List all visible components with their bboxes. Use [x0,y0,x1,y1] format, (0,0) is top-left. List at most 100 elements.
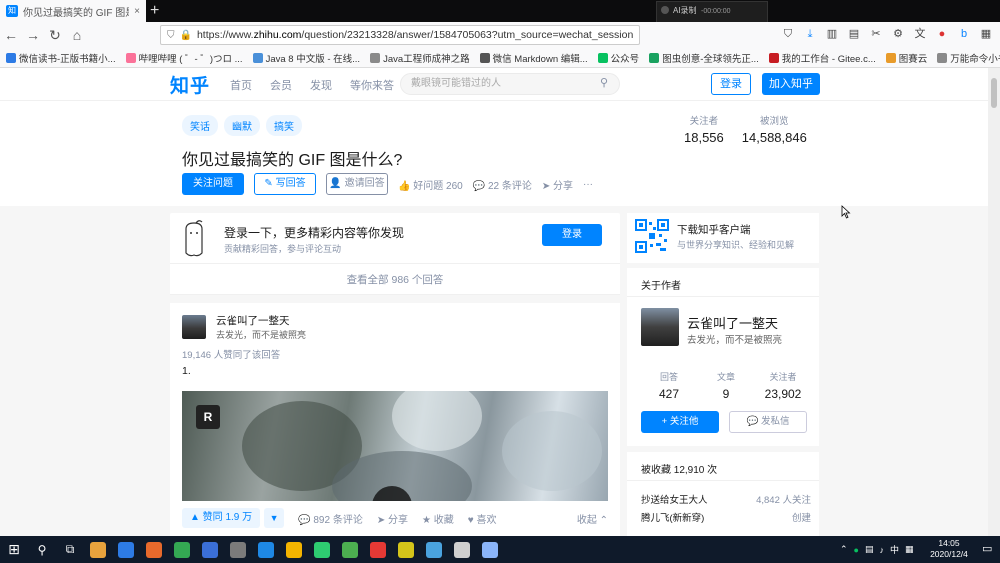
extension-icon[interactable]: ⚙ [890,26,906,42]
upvote-button[interactable]: ▲ 赞同 1.9 万 [182,508,261,528]
search-input[interactable]: 戴眼镜可能错过的人 [400,73,620,95]
topic-tag[interactable]: 幽默 [224,115,260,136]
question-title[interactable]: 你见过最搞笑的 GIF 图是什么? [182,146,402,170]
join-button[interactable]: 加入知乎 [762,73,820,95]
task-view-icon[interactable]: ⧉ [56,536,84,563]
forward-icon[interactable]: → [22,27,44,43]
taskbar-app-icon[interactable] [196,536,224,563]
bing-icon[interactable]: b [956,26,972,42]
taskbar-app-icon[interactable] [448,536,476,563]
downvote-button[interactable]: ▼ [264,508,285,528]
author-avatar[interactable] [641,308,679,346]
scrollbar-thumb[interactable] [991,78,997,108]
send-message-button[interactable]: 💬 发私信 [729,411,807,433]
bookmark-item[interactable]: 微信读书-正版书籍小... [6,51,116,65]
taskbar-app-icon[interactable] [84,536,112,563]
answer-share-button[interactable]: ➤ 分享 [377,511,408,526]
bookmark-item[interactable]: 微信 Markdown 编辑... [479,51,588,65]
topic-tag[interactable]: 搞笑 [266,115,302,136]
shield-icon[interactable]: ⛉ [167,30,175,41]
collapse-answer-button[interactable]: 收起 ⌃ [577,511,608,526]
nav-explore[interactable]: 发现 [310,77,332,93]
translate-icon[interactable]: 文 [912,26,928,42]
volume-icon[interactable]: ♪ [880,545,885,555]
taskbar-app-icon[interactable] [392,536,420,563]
taskbar-app-icon[interactable] [168,536,196,563]
bookmark-item[interactable]: 我的工作台 - Gitee.c... [768,51,876,65]
address-bar[interactable]: ⛉ 🔒 https://www.zhihu.com/question/23213… [160,25,640,45]
follow-author-button[interactable]: + 关注他 [641,411,719,433]
bookmark-item[interactable]: 万能命令小书签 [937,51,1000,65]
taskbar-app-icon[interactable] [140,536,168,563]
answer-like-button[interactable]: ♥ 喜欢 [468,511,497,526]
taskbar-app-icon[interactable] [280,536,308,563]
taskbar-app-icon[interactable] [252,536,280,563]
lock-icon[interactable]: 🔒 [180,30,192,41]
download-icon[interactable]: ⤓ [802,26,818,42]
nav-waiting[interactable]: 等你来答 [350,77,394,93]
bookmark-item[interactable]: Java 8 中文版 - 在线... [252,51,360,65]
browser-tab-active[interactable]: 知 你见过最搞笑的 GIF 图是什么 × [0,0,146,22]
view-all-answers-link[interactable]: 查看全部 986 个回答 [170,263,620,295]
list-item[interactable]: 腾儿飞(新新穿) 创建 [641,510,811,524]
adblock-icon[interactable]: ● [934,26,950,42]
bookmark-item[interactable]: 图賽云 [885,51,927,65]
ime-grid-icon[interactable]: ▦ [905,544,914,555]
screenshot-icon[interactable]: ✂ [868,26,884,42]
ime-indicator[interactable]: 中 [890,543,899,556]
invite-answer-button[interactable]: 👤 邀请回答 [326,173,388,195]
bookmark-item[interactable]: 公众号 [597,51,639,65]
taskbar-app-icon[interactable] [476,536,504,563]
home-icon[interactable]: ⌂ [66,27,88,43]
author-stat-followers[interactable]: 关注者 23,902 [755,370,811,401]
zhihu-logo[interactable]: 知乎 [170,71,210,98]
taskbar-app-icon[interactable] [224,536,252,563]
taskbar-app-icon[interactable] [420,536,448,563]
tray-up-icon[interactable]: ⌃ [840,544,848,555]
login-prompt-button[interactable]: 登录 [542,224,602,246]
list-item[interactable]: 抄送给女王大人 4,842 人关注 [641,492,811,506]
avatar[interactable] [182,315,206,339]
bookmark-item[interactable]: 图虫创意-全球领先正... [649,51,759,65]
grid-icon[interactable]: ▦ [978,26,994,42]
taskbar-app-icon[interactable] [308,536,336,563]
bookmark-item[interactable]: Java工程师成神之路 [370,51,470,65]
tab-close-icon[interactable]: × [134,6,140,17]
answer-favorite-button[interactable]: ★ 收藏 [422,511,454,526]
nav-vip[interactable]: 会员 [270,77,292,93]
library-icon[interactable]: ▥ [824,26,840,42]
topic-tag[interactable]: 笑话 [182,115,218,136]
good-question-button[interactable]: 👍 好问题 260 [398,177,463,192]
page-scrollbar[interactable] [988,68,1000,536]
notification-icon[interactable]: ▭ [982,542,992,555]
author-stat-answers[interactable]: 回答 427 [641,370,697,401]
search-icon[interactable]: ⚲ [28,536,56,563]
taskbar-app-icon[interactable] [112,536,140,563]
answer-comments-button[interactable]: 💬 892 条评论 [298,511,363,526]
answer-author-name[interactable]: 云雀叫了一整天 [216,313,290,328]
answer-gif-image[interactable]: R [182,391,608,501]
network-icon[interactable]: ▤ [865,544,874,555]
question-comments-button[interactable]: 💬 22 条评论 [473,177,532,192]
more-button[interactable]: ··· [583,179,593,190]
system-clock[interactable]: 14:05 2020/12/4 [924,538,974,560]
download-app-card[interactable]: 下载知乎客户端 与世界分享知识、经验和见解 [627,213,819,263]
windows-start-icon[interactable]: ⊞ [0,536,28,563]
search-icon[interactable]: ⚲ [600,76,608,89]
login-button[interactable]: 登录 [711,73,751,95]
back-icon[interactable]: ← [0,27,22,43]
author-stat-articles[interactable]: 文章 9 [698,370,754,401]
write-answer-button[interactable]: ✎ 写回答 [254,173,316,195]
follow-question-button[interactable]: 关注问题 [182,173,244,195]
new-tab-button[interactable]: + [150,2,159,20]
reload-icon[interactable]: ↻ [44,27,66,44]
taskbar-app-icon[interactable] [336,536,364,563]
author-name[interactable]: 云雀叫了一整天 [687,313,778,332]
nav-home[interactable]: 首页 [230,77,252,93]
bookmark-item[interactable]: 哔哩哔哩 ( ゜- ゜)つロ ... [125,51,243,65]
share-question-button[interactable]: ➤ 分享 [542,177,573,192]
taskbar-app-icon[interactable] [364,536,392,563]
sidebar-icon[interactable]: ▤ [846,26,862,42]
pocket-icon[interactable]: ⛉ [780,26,796,42]
wechat-tray-icon[interactable]: ● [854,545,859,555]
